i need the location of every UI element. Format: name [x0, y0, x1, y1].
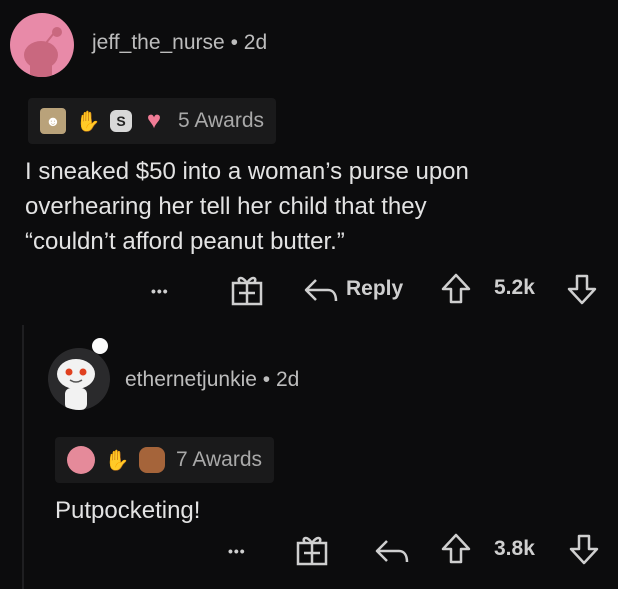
reply-upvote-button[interactable] [440, 532, 472, 564]
upvote-button[interactable] [440, 272, 472, 304]
reply-arrow-icon [304, 279, 338, 302]
give-award-icon[interactable] [230, 274, 264, 306]
reply-username[interactable]: ethernetjunkie [125, 368, 257, 391]
comment-line: I sneaked $50 into a woman’s purse upon [25, 158, 469, 185]
award-heart-icon: ♥ [146, 107, 162, 134]
reply-reply-button[interactable] [373, 535, 409, 565]
comment-header: jeff_the_nurse • 2d [92, 31, 267, 55]
award-bear-icon [139, 447, 165, 473]
comment-line: “couldn’t afford peanut butter.” [25, 228, 345, 255]
awards-bar[interactable]: ☻ ✋ S ♥ 5 Awards [28, 98, 276, 144]
comment-age: 2d [243, 31, 268, 54]
downvote-arrow-icon [567, 274, 597, 305]
separator-dot: • [230, 31, 238, 54]
award-handshake-icon: ✋ [75, 110, 101, 133]
comment-body: I sneaked $50 into a woman’s purse upon … [25, 154, 469, 259]
award-handshake-icon: ✋ [104, 449, 130, 472]
thread-line[interactable] [22, 325, 24, 589]
reply-give-award-icon[interactable] [295, 534, 329, 566]
reply-downvote-button[interactable] [568, 534, 600, 566]
user-avatar[interactable] [10, 13, 74, 77]
awards-count: 7 Awards [176, 448, 262, 471]
reply-body: Putpocketing! [55, 497, 201, 524]
award-snoo-icon: ☻ [40, 108, 66, 134]
reply-age: 2d [275, 368, 300, 391]
reply-user-avatar[interactable] [48, 348, 110, 410]
username[interactable]: jeff_the_nurse [92, 31, 225, 54]
downvote-arrow-icon [569, 534, 599, 565]
reply-header: ethernetjunkie • 2d [125, 368, 299, 392]
award-silver-icon: S [110, 110, 132, 132]
reply-more-options-button[interactable]: ••• [228, 537, 246, 565]
separator-dot: • [262, 368, 271, 391]
reply-label: Reply [346, 277, 404, 300]
award-pink-face-icon [67, 446, 95, 474]
reply-awards-bar[interactable]: ✋ 7 Awards [55, 437, 274, 483]
awards-count: 5 Awards [178, 109, 264, 132]
comment-line: overhearing her tell her child that they [25, 193, 427, 220]
snoo-antenna-icon [92, 338, 108, 354]
reply-arrow-icon [375, 540, 409, 563]
snoo-avatar-icon [57, 359, 95, 410]
reply-vote-score: 3.8k [494, 537, 535, 560]
upvote-arrow-icon [441, 533, 471, 564]
upvote-arrow-icon [441, 273, 471, 304]
vote-score: 5.2k [494, 276, 535, 299]
reply-button[interactable]: Reply [302, 274, 403, 304]
downvote-button[interactable] [566, 274, 598, 306]
snoo-avatar-icon [24, 27, 62, 77]
more-options-button[interactable]: ••• [151, 277, 169, 305]
